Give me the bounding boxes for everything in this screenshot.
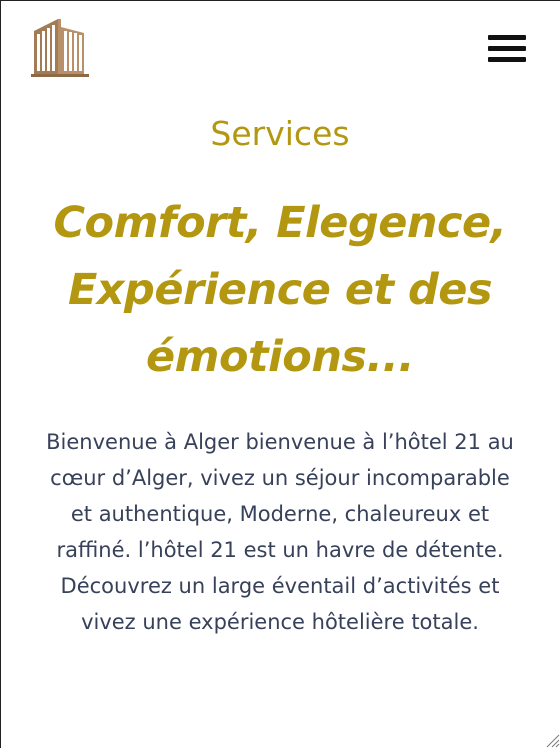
resize-grip-icon[interactable] <box>544 732 560 748</box>
intro-line: Découvrez un large éventail d’activités … <box>60 574 500 598</box>
intro-line: vivez une expérience hôtelière totale. <box>81 610 479 634</box>
section-title: Services <box>210 114 350 153</box>
intro-line: Bienvenue à Alger bienvenue à l’hôtel 21… <box>46 430 514 454</box>
intro-line: raffiné. l’hôtel 21 est un havre de déte… <box>56 538 504 562</box>
intro-line: et authentique, Moderne, chaleureux et <box>70 502 490 526</box>
menu-bar-top <box>488 35 526 40</box>
menu-bar-middle <box>488 46 526 51</box>
hamburger-menu-icon[interactable] <box>486 32 528 66</box>
hotel-logo-icon[interactable] <box>30 17 90 79</box>
headline-line: Expérience et des <box>67 265 493 315</box>
headline: Comfort, Elegence, Expérience et des émo… <box>30 190 530 391</box>
headline-line: émotions... <box>145 332 415 382</box>
intro-line: cœur d’Alger, vivez un séjour incomparab… <box>50 466 510 490</box>
intro-paragraph: Bienvenue à Alger bienvenue à l’hôtel 21… <box>26 424 534 640</box>
headline-line: Comfort, Elegence, <box>53 198 507 248</box>
menu-bar-bottom <box>488 57 526 62</box>
site-header <box>0 0 560 96</box>
